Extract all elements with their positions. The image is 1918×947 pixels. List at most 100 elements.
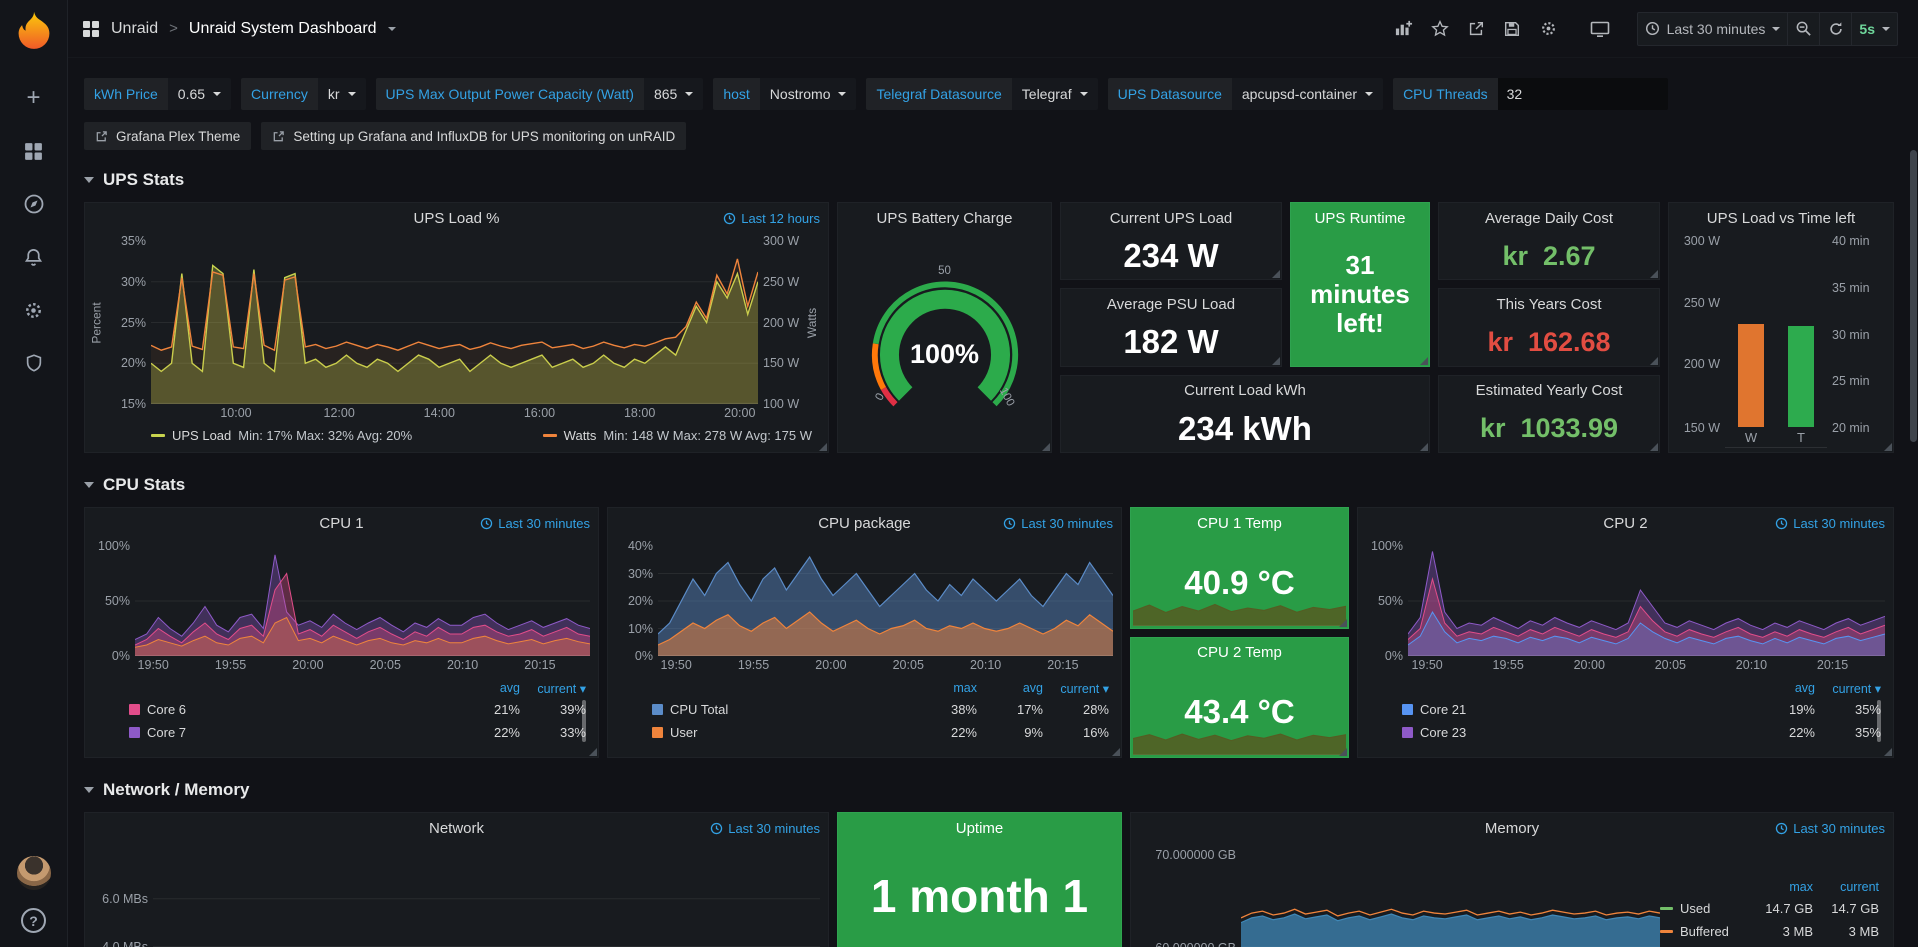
legend-column-header[interactable]: current ▾ bbox=[520, 681, 586, 696]
apps-grid-icon[interactable] bbox=[82, 20, 100, 38]
panel-resize-handle[interactable] bbox=[1272, 357, 1280, 365]
panel-title[interactable]: UPS Runtime bbox=[1291, 203, 1429, 233]
variable-value[interactable]: kr bbox=[318, 78, 366, 110]
alerting-bell-icon[interactable] bbox=[21, 244, 47, 270]
dashboard-link-ups-monitoring-guide[interactable]: Setting up Grafana and InfluxDB for UPS … bbox=[261, 122, 686, 150]
cpu-threads-input[interactable]: 32 bbox=[1498, 78, 1668, 110]
variable-ups-datasource[interactable]: UPS Datasource apcupsd-container bbox=[1108, 78, 1383, 110]
legend-series-name[interactable]: User bbox=[652, 725, 911, 740]
chart-plot-area[interactable]: 19:5019:5520:0020:0520:1020:15 bbox=[658, 546, 1113, 656]
legend-series-name[interactable]: Core 6 bbox=[129, 702, 454, 717]
dashboards-icon[interactable] bbox=[21, 138, 47, 164]
dashboard-link-grafana-plex-theme[interactable]: Grafana Plex Theme bbox=[84, 122, 251, 150]
legend-column-header[interactable]: current bbox=[1813, 880, 1879, 894]
panel-resize-handle[interactable] bbox=[1650, 270, 1658, 278]
chart-plot-area[interactable] bbox=[153, 851, 820, 947]
legend-series-name[interactable]: Core 21 bbox=[1402, 702, 1749, 717]
legend-ups-load[interactable]: UPS Load Min: 17% Max: 32% Avg: 20% bbox=[151, 428, 412, 443]
scrollbar-thumb[interactable] bbox=[1910, 150, 1917, 442]
legend-column-header[interactable]: current ▾ bbox=[1815, 681, 1881, 696]
row-header-ups-stats[interactable]: UPS Stats bbox=[84, 166, 1902, 194]
bar-chart-plot[interactable]: WT bbox=[1725, 241, 1827, 448]
refresh-button[interactable] bbox=[1819, 13, 1851, 45]
dashboard-title[interactable]: Unraid System Dashboard bbox=[189, 20, 377, 38]
dashboard-settings-gear-icon[interactable] bbox=[1532, 13, 1565, 45]
chart-plot-area[interactable]: 19:5019:5520:0020:0520:1020:15 bbox=[1408, 546, 1885, 656]
legend-scrollbar[interactable] bbox=[1877, 700, 1881, 742]
chart-plot-area[interactable] bbox=[1241, 851, 1660, 947]
variable-value[interactable]: 865 bbox=[644, 78, 703, 110]
panel-resize-handle[interactable] bbox=[1339, 619, 1347, 627]
panel-title[interactable]: Current Load kWh bbox=[1061, 376, 1429, 406]
tv-cycle-view-button[interactable] bbox=[1583, 13, 1617, 45]
row-header-cpu-stats[interactable]: CPU Stats bbox=[84, 471, 1902, 499]
panel-title[interactable]: Average Daily Cost bbox=[1439, 203, 1659, 233]
chart-plot-area[interactable]: 10:0012:0014:0016:0018:0020:00 bbox=[151, 241, 758, 404]
panel-resize-handle[interactable] bbox=[1042, 443, 1050, 451]
panel-title[interactable]: UPS Battery Charge bbox=[838, 203, 1051, 233]
panel-resize-handle[interactable] bbox=[1884, 748, 1892, 756]
variable-ups-max-output[interactable]: UPS Max Output Power Capacity (Watt) 865 bbox=[376, 78, 704, 110]
panel-resize-handle[interactable] bbox=[1272, 270, 1280, 278]
row-header-network-memory[interactable]: Network / Memory bbox=[84, 776, 1902, 804]
chart-plot-area[interactable]: 19:5019:5520:0020:0520:1020:15 bbox=[135, 546, 590, 656]
add-panel-button[interactable] bbox=[1387, 13, 1420, 45]
refresh-interval-picker[interactable]: 5s bbox=[1851, 13, 1897, 45]
panel-resize-handle[interactable] bbox=[1650, 357, 1658, 365]
legend-series-name[interactable]: Used bbox=[1660, 901, 1747, 916]
grafana-logo[interactable] bbox=[13, 9, 55, 51]
panel-resize-handle[interactable] bbox=[1650, 443, 1658, 451]
panel-resize-handle[interactable] bbox=[819, 443, 827, 451]
zoom-out-button[interactable] bbox=[1787, 13, 1819, 45]
panel-title[interactable]: UPS Load vs Time left bbox=[1669, 203, 1893, 233]
share-button[interactable] bbox=[1460, 13, 1492, 45]
variable-telegraf-datasource[interactable]: Telegraf Datasource Telegraf bbox=[866, 78, 1097, 110]
legend-series-name[interactable]: CPU Total bbox=[652, 702, 911, 717]
variable-value[interactable]: 0.65 bbox=[168, 78, 231, 110]
time-range-picker[interactable]: Last 30 minutes bbox=[1638, 13, 1788, 45]
variable-currency[interactable]: Currency kr bbox=[241, 78, 365, 110]
panel-title[interactable]: Average PSU Load bbox=[1061, 289, 1281, 319]
server-admin-shield-icon[interactable] bbox=[21, 350, 47, 376]
star-button[interactable] bbox=[1424, 13, 1456, 45]
legend-column-header[interactable]: max bbox=[911, 681, 977, 695]
panel-resize-handle[interactable] bbox=[1420, 443, 1428, 451]
panel-resize-handle[interactable] bbox=[1339, 748, 1347, 756]
panel-title[interactable]: Uptime bbox=[838, 813, 1121, 843]
configuration-gear-icon[interactable] bbox=[21, 297, 47, 323]
legend-column-header[interactable]: avg bbox=[1749, 681, 1815, 695]
variable-value[interactable]: Telegraf bbox=[1012, 78, 1098, 110]
panel-resize-handle[interactable] bbox=[589, 748, 597, 756]
variable-host[interactable]: host Nostromo bbox=[713, 78, 856, 110]
legend-column-header[interactable]: avg bbox=[454, 681, 520, 695]
panel-resize-handle[interactable] bbox=[1884, 443, 1892, 451]
variable-kwh-price[interactable]: kWh Price 0.65 bbox=[84, 78, 231, 110]
create-plus-icon[interactable]: + bbox=[21, 85, 47, 111]
page-scrollbar[interactable] bbox=[1910, 62, 1917, 943]
legend-column-header[interactable]: avg bbox=[977, 681, 1043, 695]
legend-column-header[interactable]: max bbox=[1747, 880, 1813, 894]
legend-series-name[interactable]: UPS Load bbox=[172, 428, 231, 443]
explore-compass-icon[interactable] bbox=[21, 191, 47, 217]
panel-resize-handle[interactable] bbox=[1112, 748, 1120, 756]
legend-series-name[interactable]: Core 7 bbox=[129, 725, 454, 740]
breadcrumb-folder[interactable]: Unraid bbox=[111, 20, 158, 38]
panel-title[interactable]: Current UPS Load bbox=[1061, 203, 1281, 233]
panel-resize-handle[interactable] bbox=[1420, 357, 1428, 365]
panel-title[interactable]: Estimated Yearly Cost bbox=[1439, 376, 1659, 406]
help-icon[interactable]: ? bbox=[21, 908, 46, 933]
variable-cpu-threads[interactable]: CPU Threads 32 bbox=[1393, 78, 1668, 110]
panel-title[interactable]: This Years Cost bbox=[1439, 289, 1659, 319]
legend-series-name[interactable]: Core 23 bbox=[1402, 725, 1749, 740]
chevron-down-icon[interactable] bbox=[388, 27, 396, 31]
user-avatar[interactable] bbox=[17, 856, 51, 890]
panel-title[interactable]: UPS Load % bbox=[85, 203, 828, 233]
variable-value[interactable]: Nostromo bbox=[760, 78, 857, 110]
panel-title[interactable]: CPU 1 Temp bbox=[1131, 508, 1348, 538]
legend-watts[interactable]: Watts Min: 148 W Max: 278 W Avg: 175 W bbox=[543, 428, 812, 443]
legend-series-name[interactable]: Watts bbox=[564, 428, 597, 443]
legend-column-header[interactable]: current ▾ bbox=[1043, 681, 1109, 696]
variable-value[interactable]: apcupsd-container bbox=[1232, 78, 1383, 110]
panel-title[interactable]: CPU 2 Temp bbox=[1131, 638, 1348, 668]
legend-series-name[interactable]: Buffered bbox=[1660, 924, 1747, 939]
